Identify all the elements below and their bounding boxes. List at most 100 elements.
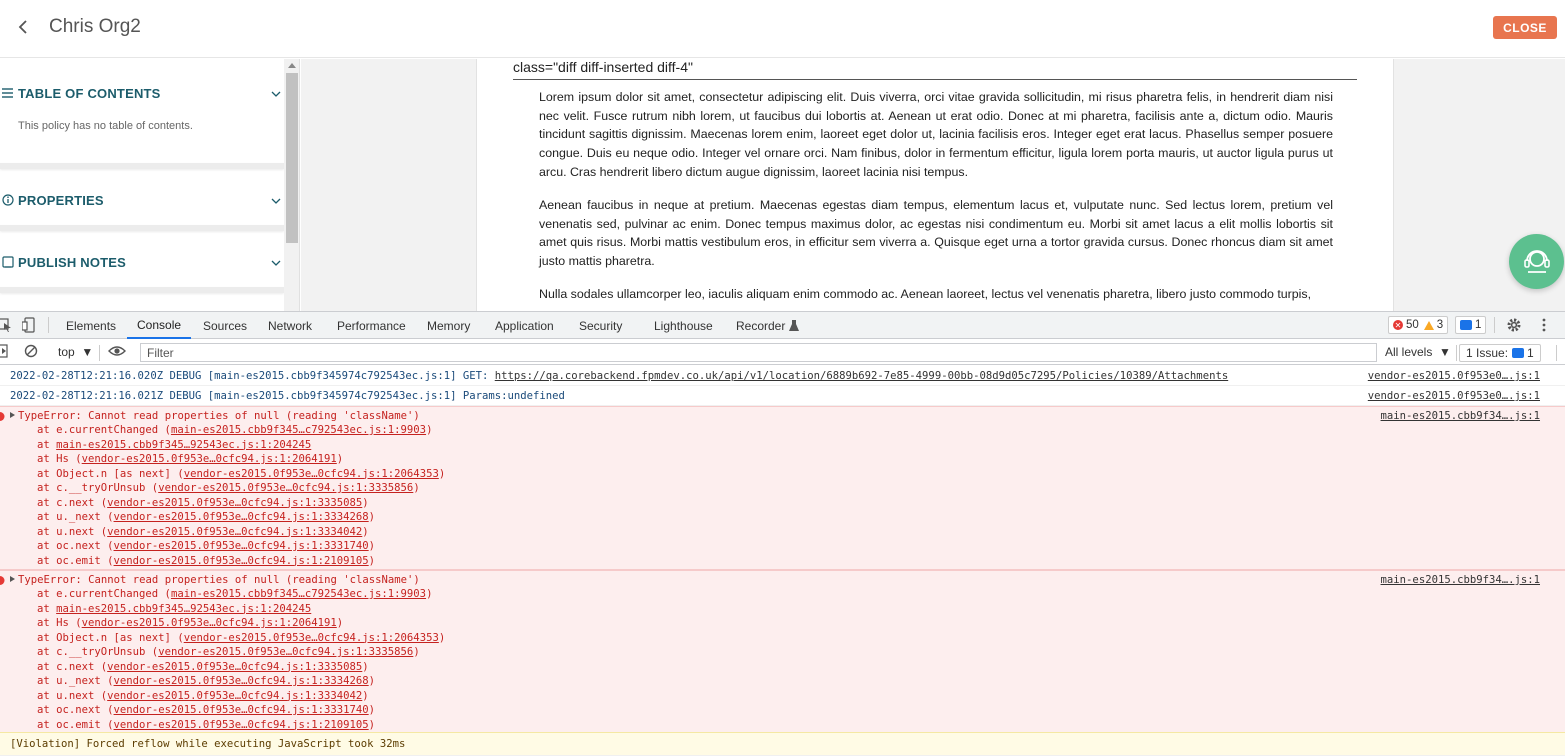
expand-triangle-icon[interactable] [10,576,15,582]
stack-frame: at Object.n [as next] (vendor-es2015.0f9… [37,632,445,644]
back-arrow-icon[interactable] [12,16,34,38]
frame-fn: at e.currentChanged ( [37,588,171,600]
frame-fn: at Object.n [as next] ( [37,467,184,480]
stack-frame: at e.currentChanged (main-es2015.cbb9f34… [37,588,432,600]
warning-count: 3 [1436,319,1444,331]
error-message[interactable]: TypeError: Cannot read properties of nul… [10,410,420,422]
frame-link[interactable]: vendor-es2015.0f953e…0cfc94.js:1:3335085 [107,661,362,673]
tab-elements[interactable]: Elements [66,312,116,339]
eye-icon[interactable] [108,344,126,360]
sidebar-toggle-icon[interactable] [0,344,12,360]
frame-link[interactable]: vendor-es2015.0f953e…0cfc94.js:1:2109105 [114,719,369,731]
section-properties[interactable]: PROPERTIES [0,190,284,210]
error-text: TypeError: Cannot read properties of nul… [18,410,420,422]
chevron-down-icon[interactable] [270,194,282,206]
stack-frame: at Object.n [as next] (vendor-es2015.0f9… [37,468,445,480]
tab-recorder[interactable]: Recorder [736,312,800,339]
more-options-icon[interactable] [1536,317,1552,333]
frame-link[interactable]: vendor-es2015.0f953e…0cfc94.js:1:2064353 [184,468,439,480]
document-page: class="diff diff-inserted diff-4" Lorem … [476,59,1394,311]
source-link[interactable]: main-es2015.cbb9f34….js:1 [1381,410,1540,422]
stack-frame: at u._next (vendor-es2015.0f953e…0cfc94.… [37,675,375,687]
section-publish-notes[interactable]: PUBLISH NOTES [0,252,284,272]
frame-link[interactable]: vendor-es2015.0f953e…0cfc94.js:1:3331740 [114,540,369,552]
frame-fn: at u.next ( [37,689,108,702]
divider [48,317,49,333]
settings-gear-icon[interactable] [1506,317,1522,333]
tab-network[interactable]: Network [268,312,312,339]
frame-fn: at Hs ( [37,617,82,629]
devtools-tabbar: Elements Console Sources Network Perform… [0,312,1565,339]
frame-end: ) [336,453,344,465]
error-count: 50 [1406,319,1419,331]
frame-link[interactable]: main-es2015.cbb9f345…92543ec.js:1:204245 [56,439,311,451]
stack-frame: at e.currentChanged (main-es2015.cbb9f34… [37,424,432,436]
scroll-up-arrow-icon[interactable] [288,63,296,68]
tab-sources[interactable]: Sources [203,312,247,339]
frame-link[interactable]: vendor-es2015.0f953e…0cfc94.js:1:3331740 [114,704,369,716]
frame-link[interactable]: vendor-es2015.0f953e…0cfc94.js:1:2064191 [82,453,337,465]
frame-fn: at oc.next ( [37,704,114,716]
message-icon [1512,348,1525,358]
frame-end: ) [368,540,376,552]
dropdown-arrow-icon: ▼ [78,345,94,359]
expand-triangle-icon[interactable] [10,412,15,418]
stack-frame: at main-es2015.cbb9f345…92543ec.js:1:204… [37,439,311,451]
frame-fn: at oc.emit ( [37,554,114,567]
tab-lighthouse[interactable]: Lighthouse [654,312,713,339]
console-filter-input[interactable] [140,343,1377,362]
frame-fn: at Hs ( [37,453,82,465]
document-paragraph: Lorem ipsum dolor sit amet, consectetur … [539,90,1333,179]
device-toolbar-icon[interactable] [21,317,38,333]
frame-link[interactable]: vendor-es2015.0f953e…0cfc94.js:1:2109105 [114,555,369,567]
tab-console[interactable]: Console [127,312,192,339]
chevron-down-icon[interactable] [270,256,282,268]
log-levels-select[interactable]: All levels ▼ [1385,345,1451,359]
console-message: 2022-02-28T12:21:16.020Z DEBUG [main-es2… [10,370,1228,382]
frame-link[interactable]: vendor-es2015.0f953e…0cfc94.js:1:3334042 [107,526,362,538]
frame-end: ) [368,675,376,687]
frame-link[interactable]: main-es2015.cbb9f345…c792543ec.js:1:9903 [171,588,426,600]
chevron-down-icon[interactable] [270,87,282,99]
frame-end: ) [368,554,376,567]
divider [513,79,1357,80]
tab-security[interactable]: Security [579,312,622,339]
message-counter[interactable]: 1 [1455,316,1487,334]
info-icon [1,193,15,207]
frame-link[interactable]: main-es2015.cbb9f345…c792543ec.js:1:9903 [171,424,426,436]
tab-performance[interactable]: Performance [337,312,406,339]
frame-end: ) [362,496,369,509]
source-link[interactable]: main-es2015.cbb9f34….js:1 [1381,574,1540,586]
frame-link[interactable]: vendor-es2015.0f953e…0cfc94.js:1:2064353 [184,632,439,644]
tab-application[interactable]: Application [495,312,554,339]
frame-link[interactable]: vendor-es2015.0f953e…0cfc94.js:1:3334268 [114,511,369,523]
frame-link[interactable]: main-es2015.cbb9f345…92543ec.js:1:204245 [56,603,311,615]
error-message[interactable]: TypeError: Cannot read properties of nul… [10,574,420,586]
frame-link[interactable]: vendor-es2015.0f953e…0cfc94.js:1:2064191 [82,617,337,629]
support-chat-button[interactable] [1509,234,1564,289]
frame-link[interactable]: vendor-es2015.0f953e…0cfc94.js:1:3335856 [158,482,413,494]
frame-link[interactable]: vendor-es2015.0f953e…0cfc94.js:1:3334268 [114,675,369,687]
section-table-of-contents[interactable]: TABLE OF CONTENTS [0,83,284,103]
source-link[interactable]: vendor-es2015.0f953e0….js:1 [1368,390,1540,402]
document-paragraph: Nulla sodales ullamcorper leo, iaculis a… [539,287,1312,301]
frame-link[interactable]: vendor-es2015.0f953e…0cfc94.js:1:3334042 [107,690,362,702]
frame-fn: at u._next ( [37,511,114,523]
clear-console-icon[interactable] [24,344,40,360]
frame-link[interactable]: vendor-es2015.0f953e…0cfc94.js:1:3335085 [107,497,362,509]
frame-end: ) [426,588,433,600]
source-link[interactable]: vendor-es2015.0f953e0….js:1 [1368,370,1540,382]
context-select[interactable]: top ▼ [58,345,93,359]
close-button[interactable]: CLOSE [1493,16,1557,39]
inspect-element-icon[interactable] [0,317,14,333]
section-divider [0,163,284,169]
scrollbar-thumb[interactable] [286,73,298,243]
tab-memory[interactable]: Memory [427,312,470,339]
stack-frame: at u.next (vendor-es2015.0f953e…0cfc94.j… [37,526,369,538]
frame-link[interactable]: vendor-es2015.0f953e…0cfc94.js:1:3335856 [158,646,413,658]
warning-icon [1423,320,1434,330]
issues-button[interactable]: 1 Issue: 1 [1459,344,1541,362]
error-warning-counter[interactable]: ✕ 50 3 [1388,316,1449,334]
request-url-link[interactable]: https://qa.corebackend.fpmdev.co.uk/api/… [495,370,1228,382]
sidebar-scrollbar[interactable] [284,59,299,311]
